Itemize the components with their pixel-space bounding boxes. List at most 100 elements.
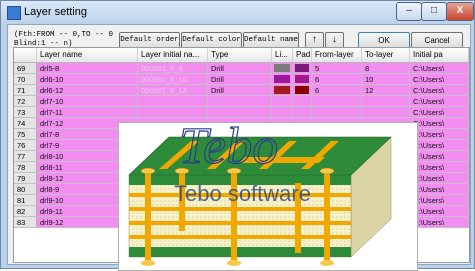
type-cell[interactable]: Drill bbox=[208, 85, 272, 96]
to-layer-cell[interactable]: 8 bbox=[362, 63, 410, 74]
layer-setting-window: Layer setting – □ X (Fth:FROM -- 0,TO --… bbox=[0, 0, 475, 271]
col-header-pad[interactable]: Pad bbox=[293, 48, 312, 62]
from-layer-cell[interactable]: 6 bbox=[312, 85, 362, 96]
watermark-image: Tebo Tebo software bbox=[118, 122, 418, 271]
row-index[interactable]: 76 bbox=[14, 140, 37, 151]
line-color-cell[interactable] bbox=[272, 63, 293, 74]
initial-name-cell[interactable] bbox=[138, 107, 208, 118]
initial-name-cell[interactable]: 000001_6_12 bbox=[138, 85, 208, 96]
initial-path-cell[interactable]: C:\Users\ bbox=[410, 85, 469, 96]
initial-path-cell[interactable]: C:\Users\ bbox=[410, 63, 469, 74]
color-swatch[interactable] bbox=[295, 64, 309, 72]
arrow-down-icon: ↓ bbox=[331, 35, 338, 46]
to-layer-cell[interactable] bbox=[362, 107, 410, 118]
close-button[interactable]: X bbox=[446, 2, 474, 21]
initial-path-cell[interactable]: C:\Users\ bbox=[410, 162, 469, 173]
line-color-cell[interactable] bbox=[272, 85, 293, 96]
app-icon bbox=[7, 6, 21, 20]
row-index[interactable]: 71 bbox=[14, 85, 37, 96]
initial-path-cell[interactable]: C:\Users\ bbox=[410, 184, 469, 195]
row-index[interactable]: 79 bbox=[14, 173, 37, 184]
layer-name-cell[interactable]: drl6-10 bbox=[37, 74, 138, 85]
initial-path-cell[interactable]: C:\Users\ bbox=[410, 129, 469, 140]
to-layer-cell[interactable] bbox=[362, 96, 410, 107]
initial-path-cell[interactable]: C:\Users\ bbox=[410, 206, 469, 217]
title-bar[interactable]: Layer setting – □ X bbox=[1, 1, 474, 23]
initial-path-cell[interactable]: C:\Users\ bbox=[410, 195, 469, 206]
row-index[interactable]: 73 bbox=[14, 107, 37, 118]
row-index[interactable]: 74 bbox=[14, 118, 37, 129]
from-layer-cell[interactable] bbox=[312, 107, 362, 118]
type-cell[interactable]: Drill bbox=[208, 63, 272, 74]
row-index[interactable]: 81 bbox=[14, 195, 37, 206]
layer-name-cell[interactable]: drl6-12 bbox=[37, 85, 138, 96]
initial-path-cell[interactable]: C:\Users\ bbox=[410, 96, 469, 107]
initial-path-cell[interactable]: C:\Users\ bbox=[410, 140, 469, 151]
table-row[interactable]: 70 drl6-10 000001_6_10 Drill 6 10 C:\Users\ bbox=[14, 74, 469, 85]
initial-path-cell[interactable]: C:\Users\ bbox=[410, 74, 469, 85]
from-layer-cell[interactable]: 5 bbox=[312, 63, 362, 74]
hint-line-1: (Fth:FROM -- 0,TO -- 0 bbox=[14, 31, 114, 39]
from-layer-cell[interactable]: 6 bbox=[312, 74, 362, 85]
line-color-cell[interactable] bbox=[272, 107, 293, 118]
initial-path-cell[interactable]: C:\Users\ bbox=[410, 173, 469, 184]
row-index[interactable]: 78 bbox=[14, 162, 37, 173]
pad-color-cell[interactable] bbox=[293, 63, 312, 74]
row-index[interactable]: 83 bbox=[14, 217, 37, 228]
col-header-to-layer[interactable]: To-layer bbox=[362, 48, 410, 62]
col-header-initial-name[interactable]: Layer initial na... bbox=[138, 48, 208, 62]
col-header-line-color[interactable]: Li... bbox=[272, 48, 293, 62]
initial-path-cell[interactable]: C:\Users\ bbox=[410, 118, 469, 129]
to-layer-cell[interactable]: 12 bbox=[362, 85, 410, 96]
pad-color-cell[interactable] bbox=[293, 107, 312, 118]
type-cell[interactable]: Drill bbox=[208, 74, 272, 85]
initial-path-cell[interactable]: C:\Users\ bbox=[410, 107, 469, 118]
initial-path-cell[interactable]: C:\Users\ bbox=[410, 151, 469, 162]
pad-color-cell[interactable] bbox=[293, 96, 312, 107]
row-index[interactable]: 77 bbox=[14, 151, 37, 162]
col-header-from-layer[interactable]: From-layer bbox=[312, 48, 362, 62]
layer-name-cell[interactable]: drl5-8 bbox=[37, 63, 138, 74]
table-row[interactable]: 72 drl7-10 C:\Users\ bbox=[14, 96, 469, 107]
maximize-button[interactable]: □ bbox=[421, 2, 447, 21]
initial-name-cell[interactable]: 000001_5_8 bbox=[138, 63, 208, 74]
arrow-up-icon: ↑ bbox=[311, 35, 318, 46]
table-row[interactable]: 71 drl6-12 000001_6_12 Drill 6 12 C:\Users\ bbox=[14, 85, 469, 96]
color-swatch[interactable] bbox=[295, 75, 309, 83]
pad-color-cell[interactable] bbox=[293, 74, 312, 85]
tebo-logo: Tebo bbox=[179, 123, 278, 175]
row-index[interactable]: 82 bbox=[14, 206, 37, 217]
line-color-cell[interactable] bbox=[272, 74, 293, 85]
table-header: Layer name Layer initial na... Type Li..… bbox=[14, 48, 469, 63]
dialog-body: (Fth:FROM -- 0,TO -- 0 Blind:1 -- n) Def… bbox=[7, 24, 471, 271]
layer-name-cell[interactable]: drl7-11 bbox=[37, 107, 138, 118]
row-index[interactable]: 75 bbox=[14, 129, 37, 140]
to-layer-cell[interactable]: 10 bbox=[362, 74, 410, 85]
row-index[interactable]: 69 bbox=[14, 63, 37, 74]
col-header-initial-path[interactable]: Initial pa bbox=[410, 48, 469, 62]
initial-name-cell[interactable] bbox=[138, 96, 208, 107]
row-index[interactable]: 80 bbox=[14, 184, 37, 195]
from-layer-cell[interactable] bbox=[312, 96, 362, 107]
type-cell[interactable] bbox=[208, 107, 272, 118]
color-swatch[interactable] bbox=[274, 64, 290, 72]
window-title: Layer setting bbox=[24, 6, 87, 18]
col-header-type[interactable]: Type bbox=[208, 48, 272, 62]
watermark-caption: Tebo software bbox=[174, 181, 311, 206]
color-swatch[interactable] bbox=[274, 86, 290, 94]
initial-name-cell[interactable]: 000001_6_10 bbox=[138, 74, 208, 85]
minimize-button[interactable]: – bbox=[396, 2, 422, 21]
pad-color-cell[interactable] bbox=[293, 85, 312, 96]
layer-name-cell[interactable]: drl7-10 bbox=[37, 96, 138, 107]
col-header-index[interactable] bbox=[14, 48, 37, 62]
row-index[interactable]: 70 bbox=[14, 74, 37, 85]
type-cell[interactable] bbox=[208, 96, 272, 107]
line-color-cell[interactable] bbox=[272, 96, 293, 107]
row-index[interactable]: 72 bbox=[14, 96, 37, 107]
table-row[interactable]: 69 drl5-8 000001_5_8 Drill 5 8 C:\Users\ bbox=[14, 63, 469, 74]
color-swatch[interactable] bbox=[274, 75, 290, 83]
color-swatch[interactable] bbox=[295, 86, 309, 94]
initial-path-cell[interactable]: C:\Users\ bbox=[410, 217, 469, 228]
table-row[interactable]: 73 drl7-11 C:\Users\ bbox=[14, 107, 469, 118]
col-header-layer-name[interactable]: Layer name bbox=[37, 48, 138, 62]
